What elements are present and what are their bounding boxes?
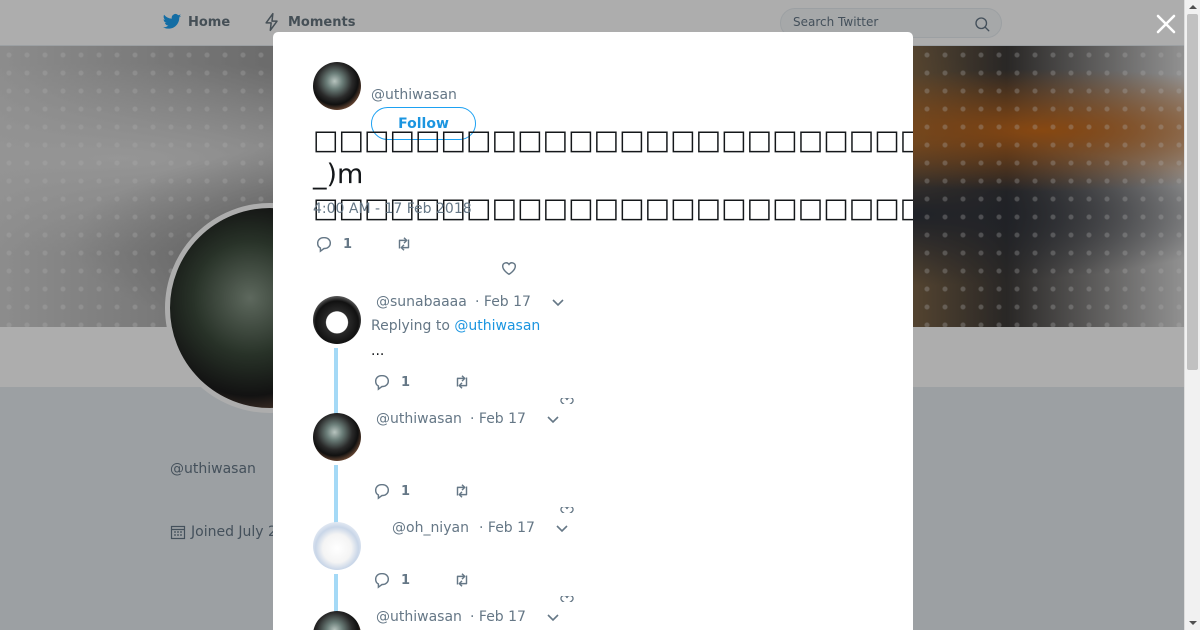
retweet-button[interactable]: [395, 235, 413, 253]
retweet-icon: [456, 573, 468, 587]
reply-button[interactable]: 1: [315, 235, 352, 253]
scrollbar-thumb[interactable]: [1187, 14, 1198, 370]
reply-count: 1: [401, 374, 411, 390]
reply-date[interactable]: · Feb 17: [470, 411, 526, 427]
scroll-down-arrow-icon[interactable]: [1185, 616, 1200, 630]
replying-to-prefix: Replying to: [371, 318, 450, 334]
retweet-button[interactable]: [453, 571, 471, 589]
like-button[interactable]: [500, 259, 518, 277]
tweet-author-avatar[interactable]: [313, 62, 361, 110]
reply-author-avatar[interactable]: [313, 611, 361, 630]
reply-date[interactable]: · Feb 17: [470, 609, 526, 625]
tweet-author-handle[interactable]: @uthiwasan: [371, 87, 457, 103]
tweet-text-line: □□□□□□□□□□□□□□□□□□□□□□□□□m(_ _)m: [313, 125, 913, 190]
scroll-up-arrow-icon[interactable]: [1185, 0, 1200, 14]
reply-author-handle[interactable]: @oh_niyan: [392, 520, 469, 536]
retweet-icon: [398, 237, 410, 251]
replying-to: Replying to @uthiwasan: [371, 318, 540, 334]
reply-count: 1: [401, 483, 411, 499]
chevron-down-icon[interactable]: [546, 415, 560, 425]
tweet-timestamp[interactable]: 4:00 AM - 17 Feb 2018: [313, 201, 472, 217]
reply-author-avatar[interactable]: [313, 413, 361, 461]
retweet-icon: [456, 375, 468, 389]
reply-author-handle[interactable]: @sunabaaaa: [376, 294, 467, 310]
reply-author-avatar[interactable]: [313, 522, 361, 570]
close-icon[interactable]: [1152, 10, 1180, 38]
page-scrollbar[interactable]: [1184, 0, 1200, 630]
thread-line: [334, 574, 338, 612]
retweet-button[interactable]: [453, 482, 471, 500]
chevron-down-icon[interactable]: [555, 524, 569, 534]
retweet-button[interactable]: [453, 373, 471, 391]
reply-count: 1: [343, 236, 353, 252]
reply-button[interactable]: 1: [373, 373, 410, 391]
reply-author-handle[interactable]: @uthiwasan: [376, 609, 462, 625]
reply-text: ...: [371, 343, 385, 359]
chevron-down-icon[interactable]: [551, 298, 565, 308]
reply-count: 1: [401, 572, 411, 588]
reply-icon: [374, 572, 389, 589]
reply-date[interactable]: · Feb 17: [475, 294, 531, 310]
reply-date[interactable]: · Feb 17: [479, 520, 535, 536]
reply-icon: [316, 236, 331, 253]
heart-icon[interactable]: [559, 507, 575, 513]
heart-icon[interactable]: [559, 596, 575, 602]
chevron-down-icon[interactable]: [546, 613, 560, 623]
retweet-icon: [456, 484, 468, 498]
heart-icon: [501, 262, 517, 276]
reply-author-handle[interactable]: @uthiwasan: [376, 411, 462, 427]
reply-button[interactable]: 1: [373, 571, 410, 589]
heart-icon[interactable]: [559, 398, 575, 404]
tweet-permalink-modal: @uthiwasan Follow □□□□□□□□□□□□□□□□□□□□□□…: [273, 32, 913, 630]
replying-to-link[interactable]: @uthiwasan: [454, 318, 540, 334]
reply-button[interactable]: 1: [373, 482, 410, 500]
thread-line: [334, 465, 338, 523]
reply-author-avatar[interactable]: [313, 296, 361, 344]
reply-icon: [374, 374, 389, 391]
reply-icon: [374, 483, 389, 500]
